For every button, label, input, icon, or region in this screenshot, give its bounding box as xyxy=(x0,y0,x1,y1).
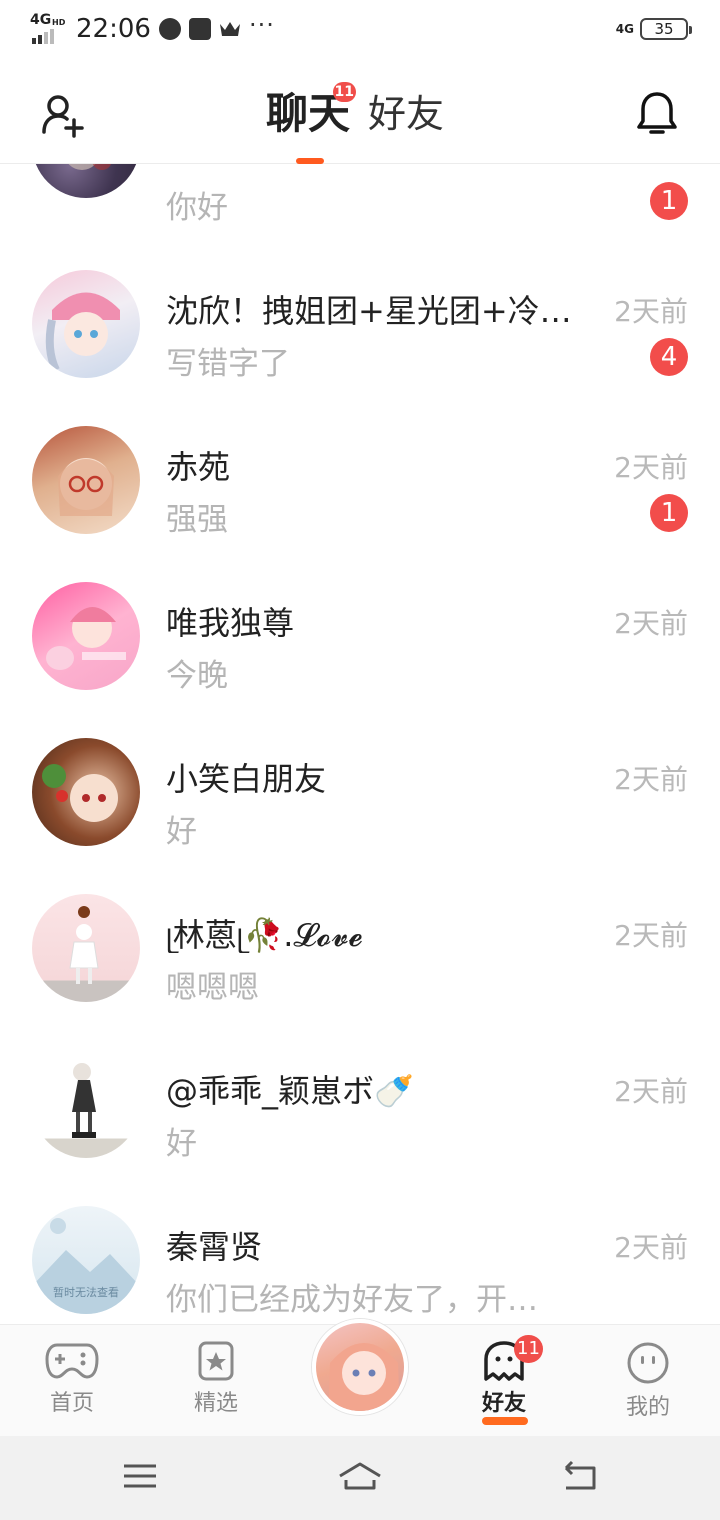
chat-time: 2天前 xyxy=(614,763,688,796)
chat-time: 2天前 xyxy=(614,1075,688,1108)
message-notification-icon xyxy=(188,18,211,40)
chat-item[interactable]: 暂时无法查看 秦霄贤 2天前 你们已经成为好友了，开… xyxy=(0,1180,720,1324)
chat-message-preview: 好 xyxy=(166,814,197,850)
active-tab-indicator xyxy=(296,158,324,164)
nav-home-label: 首页 xyxy=(49,1391,94,1416)
nav-me-label: 我的 xyxy=(625,1395,670,1420)
nav-featured[interactable]: 精选 xyxy=(166,1341,266,1417)
chat-item[interactable]: 赤苑 2天前 强强 1 xyxy=(0,400,720,556)
signal-icon: 4G HD xyxy=(30,12,66,44)
nav-friends[interactable]: 好友 11 xyxy=(454,1335,554,1417)
chat-time: 2天前 xyxy=(614,607,688,640)
chat-name: 沈欣！拽姐团+星光团+冷… xyxy=(166,292,572,330)
chat-time: 2天前 xyxy=(614,1231,688,1264)
chat-message-preview: 你好 xyxy=(166,190,228,226)
gamepad-icon xyxy=(45,1343,99,1379)
more-notifications-icon: ··· xyxy=(248,11,275,39)
chat-message-preview: 你们已经成为好友了，开… xyxy=(166,1282,538,1318)
bell-icon[interactable] xyxy=(634,90,680,138)
chat-item[interactable]: 你好 1 xyxy=(0,164,720,226)
battery-icon: 35 xyxy=(640,18,692,40)
chat-item[interactable]: 唯我独尊 2天前 今晚 xyxy=(0,556,720,712)
avatar xyxy=(32,164,140,198)
tab-friends[interactable]: 好友 xyxy=(368,88,444,140)
chat-name: 小笑白朋友 xyxy=(166,760,327,798)
avatar xyxy=(32,582,140,690)
add-user-icon[interactable] xyxy=(40,92,86,138)
bottom-nav: 首页 精选 好友 11 我的 xyxy=(0,1319,720,1436)
back-icon[interactable] xyxy=(560,1460,600,1492)
nav-featured-label: 精选 xyxy=(193,1391,238,1416)
star-bookmark-icon xyxy=(198,1341,234,1381)
nav-me[interactable]: 我的 xyxy=(598,1341,698,1421)
battery-level: 35 xyxy=(654,20,674,38)
crown-icon xyxy=(219,22,240,36)
chat-time: 2天前 xyxy=(614,919,688,952)
chat-name: 秦霄贤 xyxy=(166,1228,263,1266)
status-bar: 4G HD 22:06 ··· 4G 35 xyxy=(0,0,720,64)
clock: 22:06 xyxy=(76,14,151,44)
unread-badge: 1 xyxy=(650,494,688,532)
nav-home[interactable]: 首页 xyxy=(22,1341,122,1417)
nav-active-indicator xyxy=(482,1417,528,1425)
chat-item[interactable]: @乖乖_颖崽ボ🍼 2天前 好 xyxy=(0,1024,720,1180)
home-icon[interactable] xyxy=(336,1460,384,1492)
chat-name: 赤苑 xyxy=(166,448,231,486)
avatar xyxy=(32,1050,140,1158)
menu-icon[interactable] xyxy=(122,1460,158,1492)
avatar xyxy=(32,738,140,846)
avatar: 暂时无法查看 xyxy=(32,1206,140,1314)
unread-badge: 1 xyxy=(650,182,688,220)
chat-name: 唯我独尊 xyxy=(166,604,295,642)
chat-item[interactable]: 小笑白朋友 2天前 好 xyxy=(0,712,720,868)
nav-friends-badge: 11 xyxy=(514,1335,543,1363)
browser-notification-icon xyxy=(158,18,181,40)
chat-message-preview: 今晚 xyxy=(166,658,228,694)
tab-friends-label: 好友 xyxy=(368,92,445,136)
chat-message-preview: 写错字了 xyxy=(166,346,290,382)
chat-item[interactable]: ᥨ林蒽ᥨ🥀.𝓛𝓸𝓿𝓮 2天前 嗯嗯嗯 xyxy=(0,868,720,1024)
chat-message-preview: 好 xyxy=(166,1126,197,1162)
network-type: 4G xyxy=(30,12,52,28)
tab-chat[interactable]: 聊天 11 xyxy=(266,82,357,140)
chat-time: 2天前 xyxy=(614,295,688,328)
chat-message-preview: 强强 xyxy=(166,502,228,538)
chat-name: ᥨ林蒽ᥨ🥀.𝓛𝓸𝓿𝓮 xyxy=(166,916,363,954)
avatar xyxy=(32,270,140,378)
chat-message-preview: 嗯嗯嗯 xyxy=(166,970,259,1006)
nav-friends-label: 好友 xyxy=(481,1391,526,1416)
network-hd: HD xyxy=(52,18,66,27)
system-nav-bar xyxy=(0,1436,720,1520)
smiley-face-icon xyxy=(627,1342,669,1384)
center-avatar-button[interactable] xyxy=(312,1319,408,1415)
avatar xyxy=(32,894,140,1002)
chat-name: @乖乖_颖崽ボ🍼 xyxy=(166,1072,414,1110)
mobile-data-icon: 4G xyxy=(615,22,634,36)
tab-chat-badge: 11 xyxy=(332,82,357,102)
top-header: 聊天 11 好友 xyxy=(0,64,720,164)
chat-list[interactable]: 你好 1 沈欣！拽姐团+星光团+冷… 2天前 写错字了 4 赤苑 2天前 强强 … xyxy=(0,164,720,1324)
placeholder-avatar-text: 暂时无法查看 xyxy=(53,1286,119,1299)
unread-badge: 4 xyxy=(650,338,688,376)
avatar xyxy=(32,426,140,534)
chat-item[interactable]: 沈欣！拽姐团+星光团+冷… 2天前 写错字了 4 xyxy=(0,244,720,400)
chat-time: 2天前 xyxy=(614,451,688,484)
